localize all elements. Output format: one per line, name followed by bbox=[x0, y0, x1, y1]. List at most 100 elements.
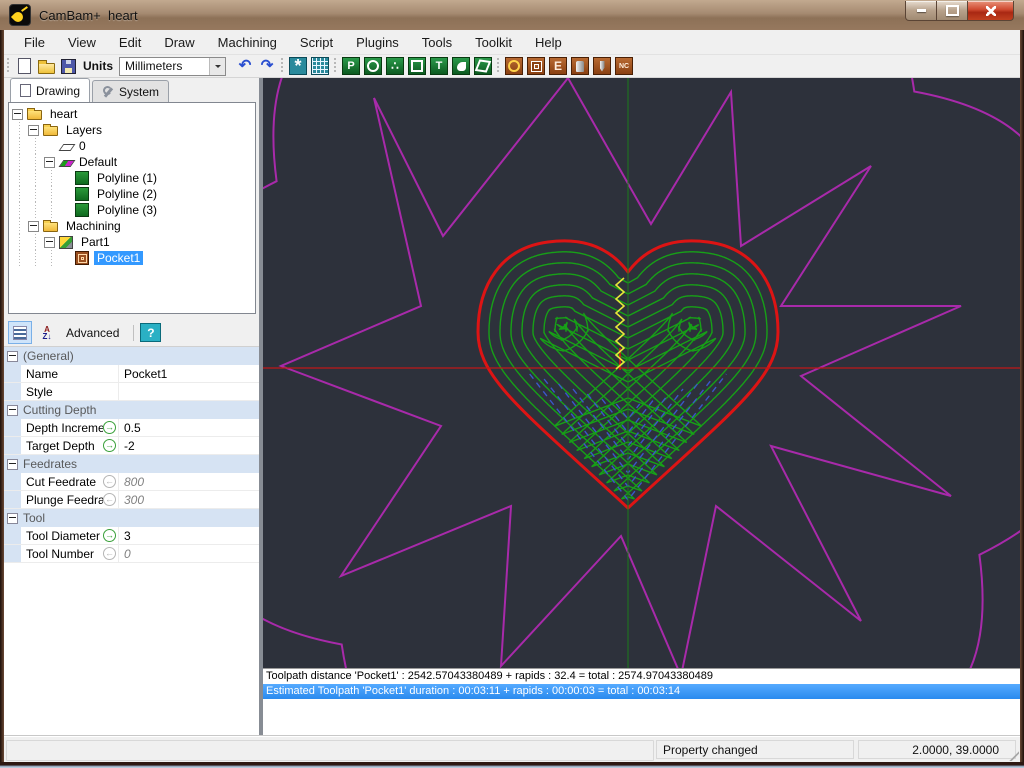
alphabetical-sort-button[interactable]: AZ↓ bbox=[36, 322, 58, 343]
undo-button[interactable] bbox=[234, 56, 256, 76]
tree-item-heart[interactable]: heart bbox=[12, 106, 255, 122]
tree-item-0[interactable]: 0 bbox=[12, 138, 255, 154]
property-row[interactable]: Tool Diameter3 bbox=[4, 527, 259, 545]
cube-button[interactable] bbox=[472, 56, 494, 76]
property-value[interactable]: 300 bbox=[119, 493, 259, 507]
save-button[interactable] bbox=[57, 56, 79, 76]
left-panel: Drawing System heartLayers0DefaultPolyli… bbox=[4, 78, 259, 736]
menu-machining[interactable]: Machining bbox=[208, 32, 287, 53]
tab-system[interactable]: System bbox=[92, 80, 169, 102]
collapse-icon[interactable] bbox=[44, 157, 55, 168]
text-button[interactable] bbox=[428, 56, 450, 76]
toolbar-grip[interactable] bbox=[280, 58, 285, 74]
rectangle-button[interactable] bbox=[406, 56, 428, 76]
tree-item-polyline-1-[interactable]: Polyline (1) bbox=[12, 170, 255, 186]
property-row[interactable]: Depth Increment0.5 bbox=[4, 419, 259, 437]
category-label: Feedrates bbox=[23, 457, 77, 471]
collapse-icon[interactable] bbox=[7, 405, 18, 416]
drawing-canvas[interactable] bbox=[263, 78, 1020, 668]
collapse-icon[interactable] bbox=[28, 221, 39, 232]
tree-guide bbox=[12, 234, 28, 250]
gcode-button[interactable] bbox=[613, 56, 635, 76]
new-file-button[interactable] bbox=[13, 56, 35, 76]
collapse-icon[interactable] bbox=[28, 125, 39, 136]
menu-plugins[interactable]: Plugins bbox=[346, 32, 409, 53]
tab-drawing[interactable]: Drawing bbox=[10, 78, 90, 102]
property-value[interactable]: -2 bbox=[119, 439, 259, 453]
maximize-button[interactable] bbox=[937, 1, 968, 21]
lathe-button[interactable] bbox=[591, 56, 613, 76]
property-row[interactable]: NamePocket1 bbox=[4, 365, 259, 383]
engrave-button[interactable] bbox=[547, 56, 569, 76]
collapse-icon[interactable] bbox=[7, 513, 18, 524]
menu-file[interactable]: File bbox=[14, 32, 55, 53]
close-button[interactable] bbox=[968, 1, 1014, 21]
tab-system-label: System bbox=[119, 85, 159, 99]
tree-item-layers[interactable]: Layers bbox=[12, 122, 255, 138]
categorized-view-button[interactable] bbox=[8, 321, 32, 344]
tree-item-part1[interactable]: Part1 bbox=[12, 234, 255, 250]
log-line-duration[interactable]: Estimated Toolpath 'Pocket1' duration : … bbox=[263, 684, 1020, 699]
property-value[interactable]: 0.5 bbox=[119, 421, 259, 435]
drill-button[interactable] bbox=[569, 56, 591, 76]
property-row[interactable]: Cut Feedrate800 bbox=[4, 473, 259, 491]
menu-tools[interactable]: Tools bbox=[412, 32, 462, 53]
redo-button[interactable] bbox=[256, 56, 278, 76]
collapse-icon[interactable] bbox=[12, 109, 23, 120]
pocket-op-button[interactable] bbox=[525, 56, 547, 76]
property-row[interactable]: Style bbox=[4, 383, 259, 401]
tree-item-polyline-2-[interactable]: Polyline (2) bbox=[12, 186, 255, 202]
tree-item-machining[interactable]: Machining bbox=[12, 218, 255, 234]
collapse-icon[interactable] bbox=[44, 237, 55, 248]
units-combobox[interactable]: Millimeters bbox=[119, 57, 226, 76]
help-button[interactable]: ? bbox=[140, 323, 161, 342]
minimize-button[interactable] bbox=[905, 1, 937, 21]
tree-item-default[interactable]: Default bbox=[12, 154, 255, 170]
toolbar-grip[interactable] bbox=[333, 58, 338, 74]
toolbar-grip[interactable] bbox=[6, 58, 11, 74]
property-category[interactable]: Feedrates bbox=[4, 455, 259, 473]
value-default-icon[interactable] bbox=[103, 493, 116, 506]
property-value[interactable]: 800 bbox=[119, 475, 259, 489]
undo-icon bbox=[239, 57, 252, 75]
collapse-icon[interactable] bbox=[7, 459, 18, 470]
menu-view[interactable]: View bbox=[58, 32, 106, 53]
wrench-icon bbox=[102, 86, 114, 98]
combo-dropdown-icon[interactable] bbox=[209, 58, 225, 75]
menu-edit[interactable]: Edit bbox=[109, 32, 151, 53]
tree-item-polyline-3-[interactable]: Polyline (3) bbox=[12, 202, 255, 218]
property-row[interactable]: Tool Number0 bbox=[4, 545, 259, 563]
points-button[interactable] bbox=[384, 56, 406, 76]
circle-button[interactable] bbox=[362, 56, 384, 76]
property-row[interactable]: Plunge Feedrate300 bbox=[4, 491, 259, 509]
grid-button[interactable] bbox=[309, 56, 331, 76]
property-row[interactable]: Target Depth-2 bbox=[4, 437, 259, 455]
collapse-icon[interactable] bbox=[7, 351, 18, 362]
open-file-button[interactable] bbox=[35, 56, 57, 76]
property-value[interactable]: Pocket1 bbox=[119, 367, 259, 381]
property-value[interactable]: 3 bbox=[119, 529, 259, 543]
property-category[interactable]: (General) bbox=[4, 347, 259, 365]
profile-button[interactable] bbox=[503, 56, 525, 76]
advanced-button[interactable]: Advanced bbox=[58, 326, 127, 340]
snap-points-button[interactable] bbox=[287, 56, 309, 76]
value-default-icon[interactable] bbox=[103, 547, 116, 560]
log-line-distance[interactable]: Toolpath distance 'Pocket1' : 2542.57043… bbox=[263, 669, 1020, 684]
surface-button[interactable] bbox=[450, 56, 472, 76]
polyline-button[interactable] bbox=[340, 56, 362, 76]
toolbar-grip[interactable] bbox=[496, 58, 501, 74]
value-set-icon[interactable] bbox=[103, 439, 116, 452]
menu-draw[interactable]: Draw bbox=[154, 32, 204, 53]
property-value[interactable]: 0 bbox=[119, 547, 259, 561]
cad-viewport[interactable] bbox=[263, 78, 1020, 668]
property-category[interactable]: Cutting Depth bbox=[4, 401, 259, 419]
value-set-icon[interactable] bbox=[103, 529, 116, 542]
value-default-icon[interactable] bbox=[103, 475, 116, 488]
menu-help[interactable]: Help bbox=[525, 32, 572, 53]
menu-toolkit[interactable]: Toolkit bbox=[465, 32, 522, 53]
value-set-icon[interactable] bbox=[103, 421, 116, 434]
tree-item-pocket1[interactable]: Pocket1 bbox=[12, 250, 255, 266]
snap-points-icon bbox=[289, 57, 307, 75]
menu-script[interactable]: Script bbox=[290, 32, 343, 53]
property-category[interactable]: Tool bbox=[4, 509, 259, 527]
